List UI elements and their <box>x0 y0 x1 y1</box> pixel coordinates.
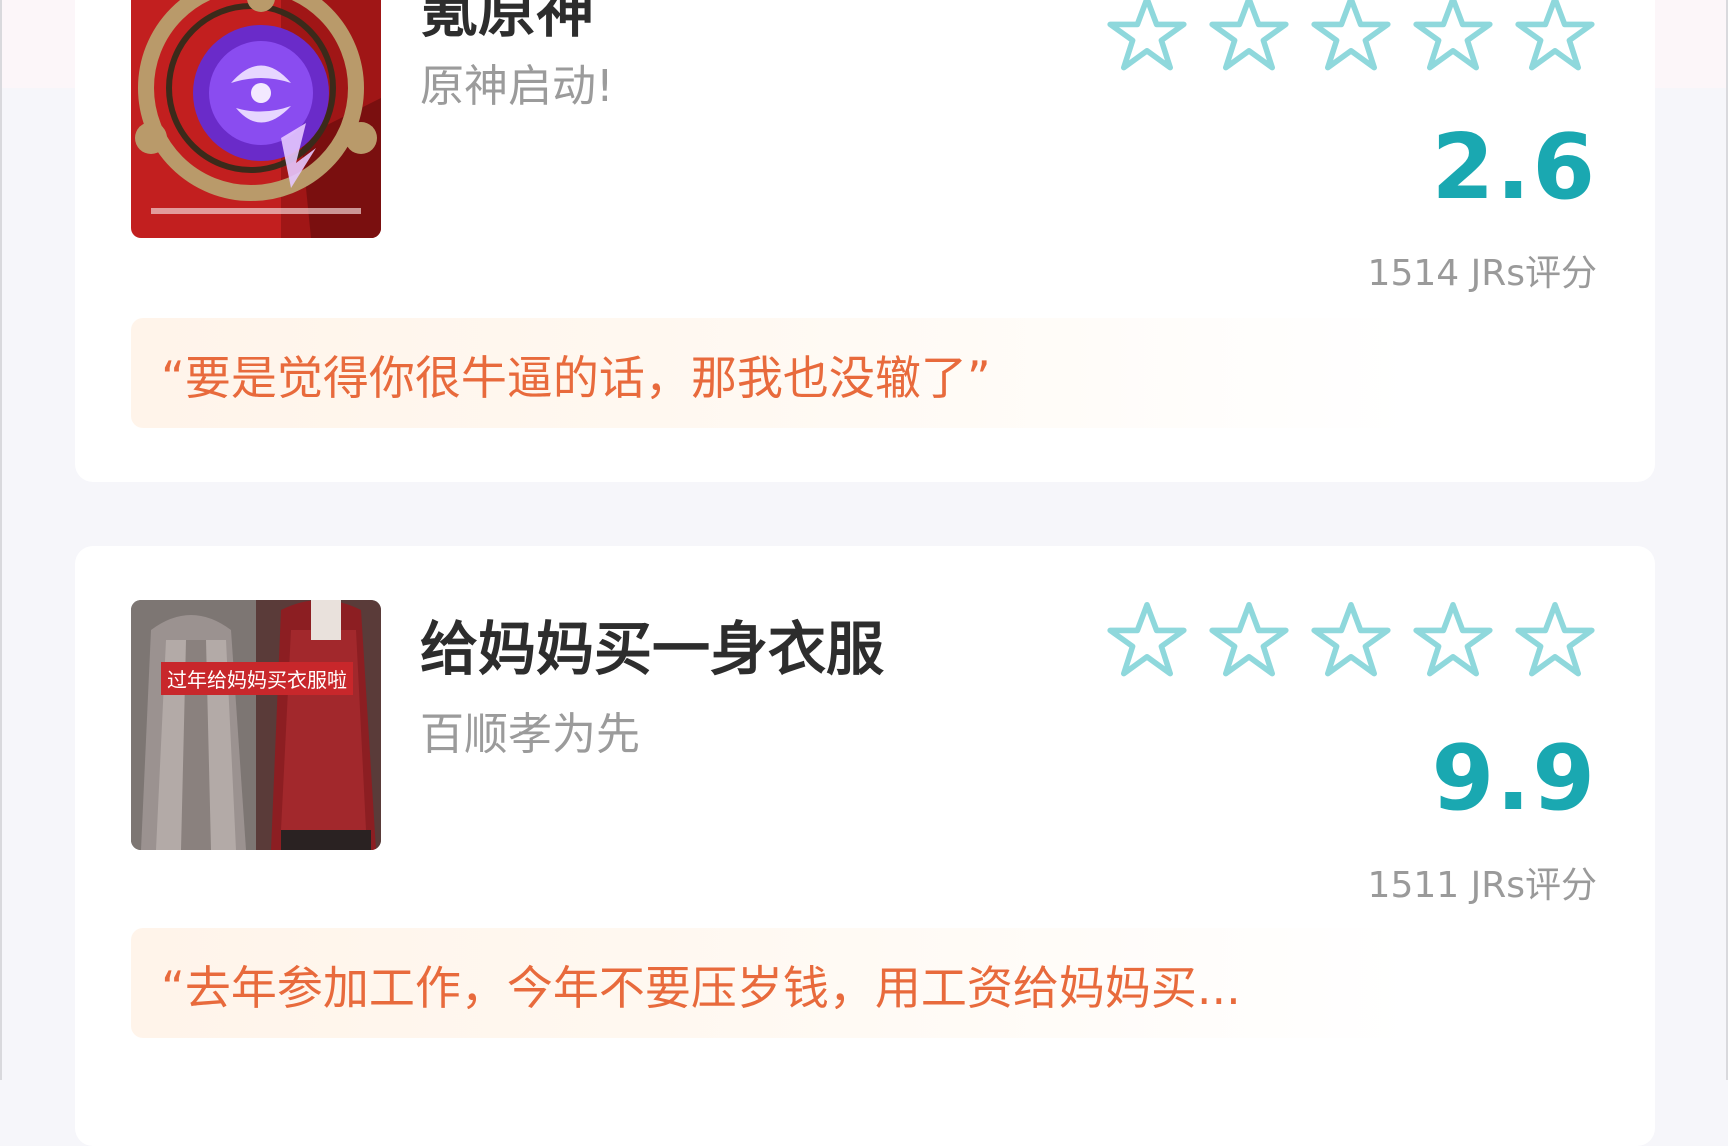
card-subtitle: 原神启动! <box>420 61 614 112</box>
star-icon[interactable] <box>1107 0 1187 74</box>
genshin-vision-emblem-icon <box>131 0 381 238</box>
star-icon[interactable] <box>1515 0 1595 74</box>
card-title: 氪原神 <box>420 0 595 45</box>
card-title: 给妈妈买一身衣服 <box>420 615 885 683</box>
rating-card[interactable]: 氪原神 原神启动! 2.6 1514 JRs评分 “要是觉得你很牛逼的话，那我也… <box>75 0 1655 482</box>
comment-text: “去年参加工作，今年不要压岁钱，用工资给妈妈买... <box>161 961 1241 1015</box>
score-value: 9.9 <box>1431 726 1597 831</box>
star-icon[interactable] <box>1209 0 1289 74</box>
thumbnail-caption: 过年给妈妈买衣服啦 <box>161 662 353 695</box>
rating-card[interactable]: 过年给妈妈买衣服啦 给妈妈买一身衣服 百顺孝为先 9.9 1511 JRs评分 … <box>75 546 1655 1146</box>
top-comment[interactable]: “要是觉得你很牛逼的话，那我也没辙了” <box>131 318 1411 428</box>
coat-photo <box>131 600 381 850</box>
comment-text: “要是觉得你很牛逼的话，那我也没辙了” <box>161 351 991 405</box>
top-comment[interactable]: “去年参加工作，今年不要压岁钱，用工资给妈妈买... <box>131 928 1411 1038</box>
rating-count: 1514 JRs评分 <box>1367 253 1597 294</box>
rating-count: 1511 JRs评分 <box>1367 865 1597 906</box>
star-icon[interactable] <box>1413 0 1493 74</box>
star-icon[interactable] <box>1209 600 1289 680</box>
score-value: 2.6 <box>1431 115 1597 220</box>
star-icon[interactable] <box>1107 600 1187 680</box>
star-icon[interactable] <box>1311 0 1391 74</box>
clothes-thumbnail[interactable]: 过年给妈妈买衣服啦 <box>131 600 381 850</box>
left-border <box>0 0 2 1080</box>
star-rating[interactable] <box>1107 0 1595 74</box>
star-icon[interactable] <box>1311 600 1391 680</box>
star-icon[interactable] <box>1413 600 1493 680</box>
star-rating[interactable] <box>1107 600 1595 680</box>
card-subtitle: 百顺孝为先 <box>420 709 640 760</box>
genshin-thumbnail[interactable] <box>131 0 381 238</box>
star-icon[interactable] <box>1515 600 1595 680</box>
